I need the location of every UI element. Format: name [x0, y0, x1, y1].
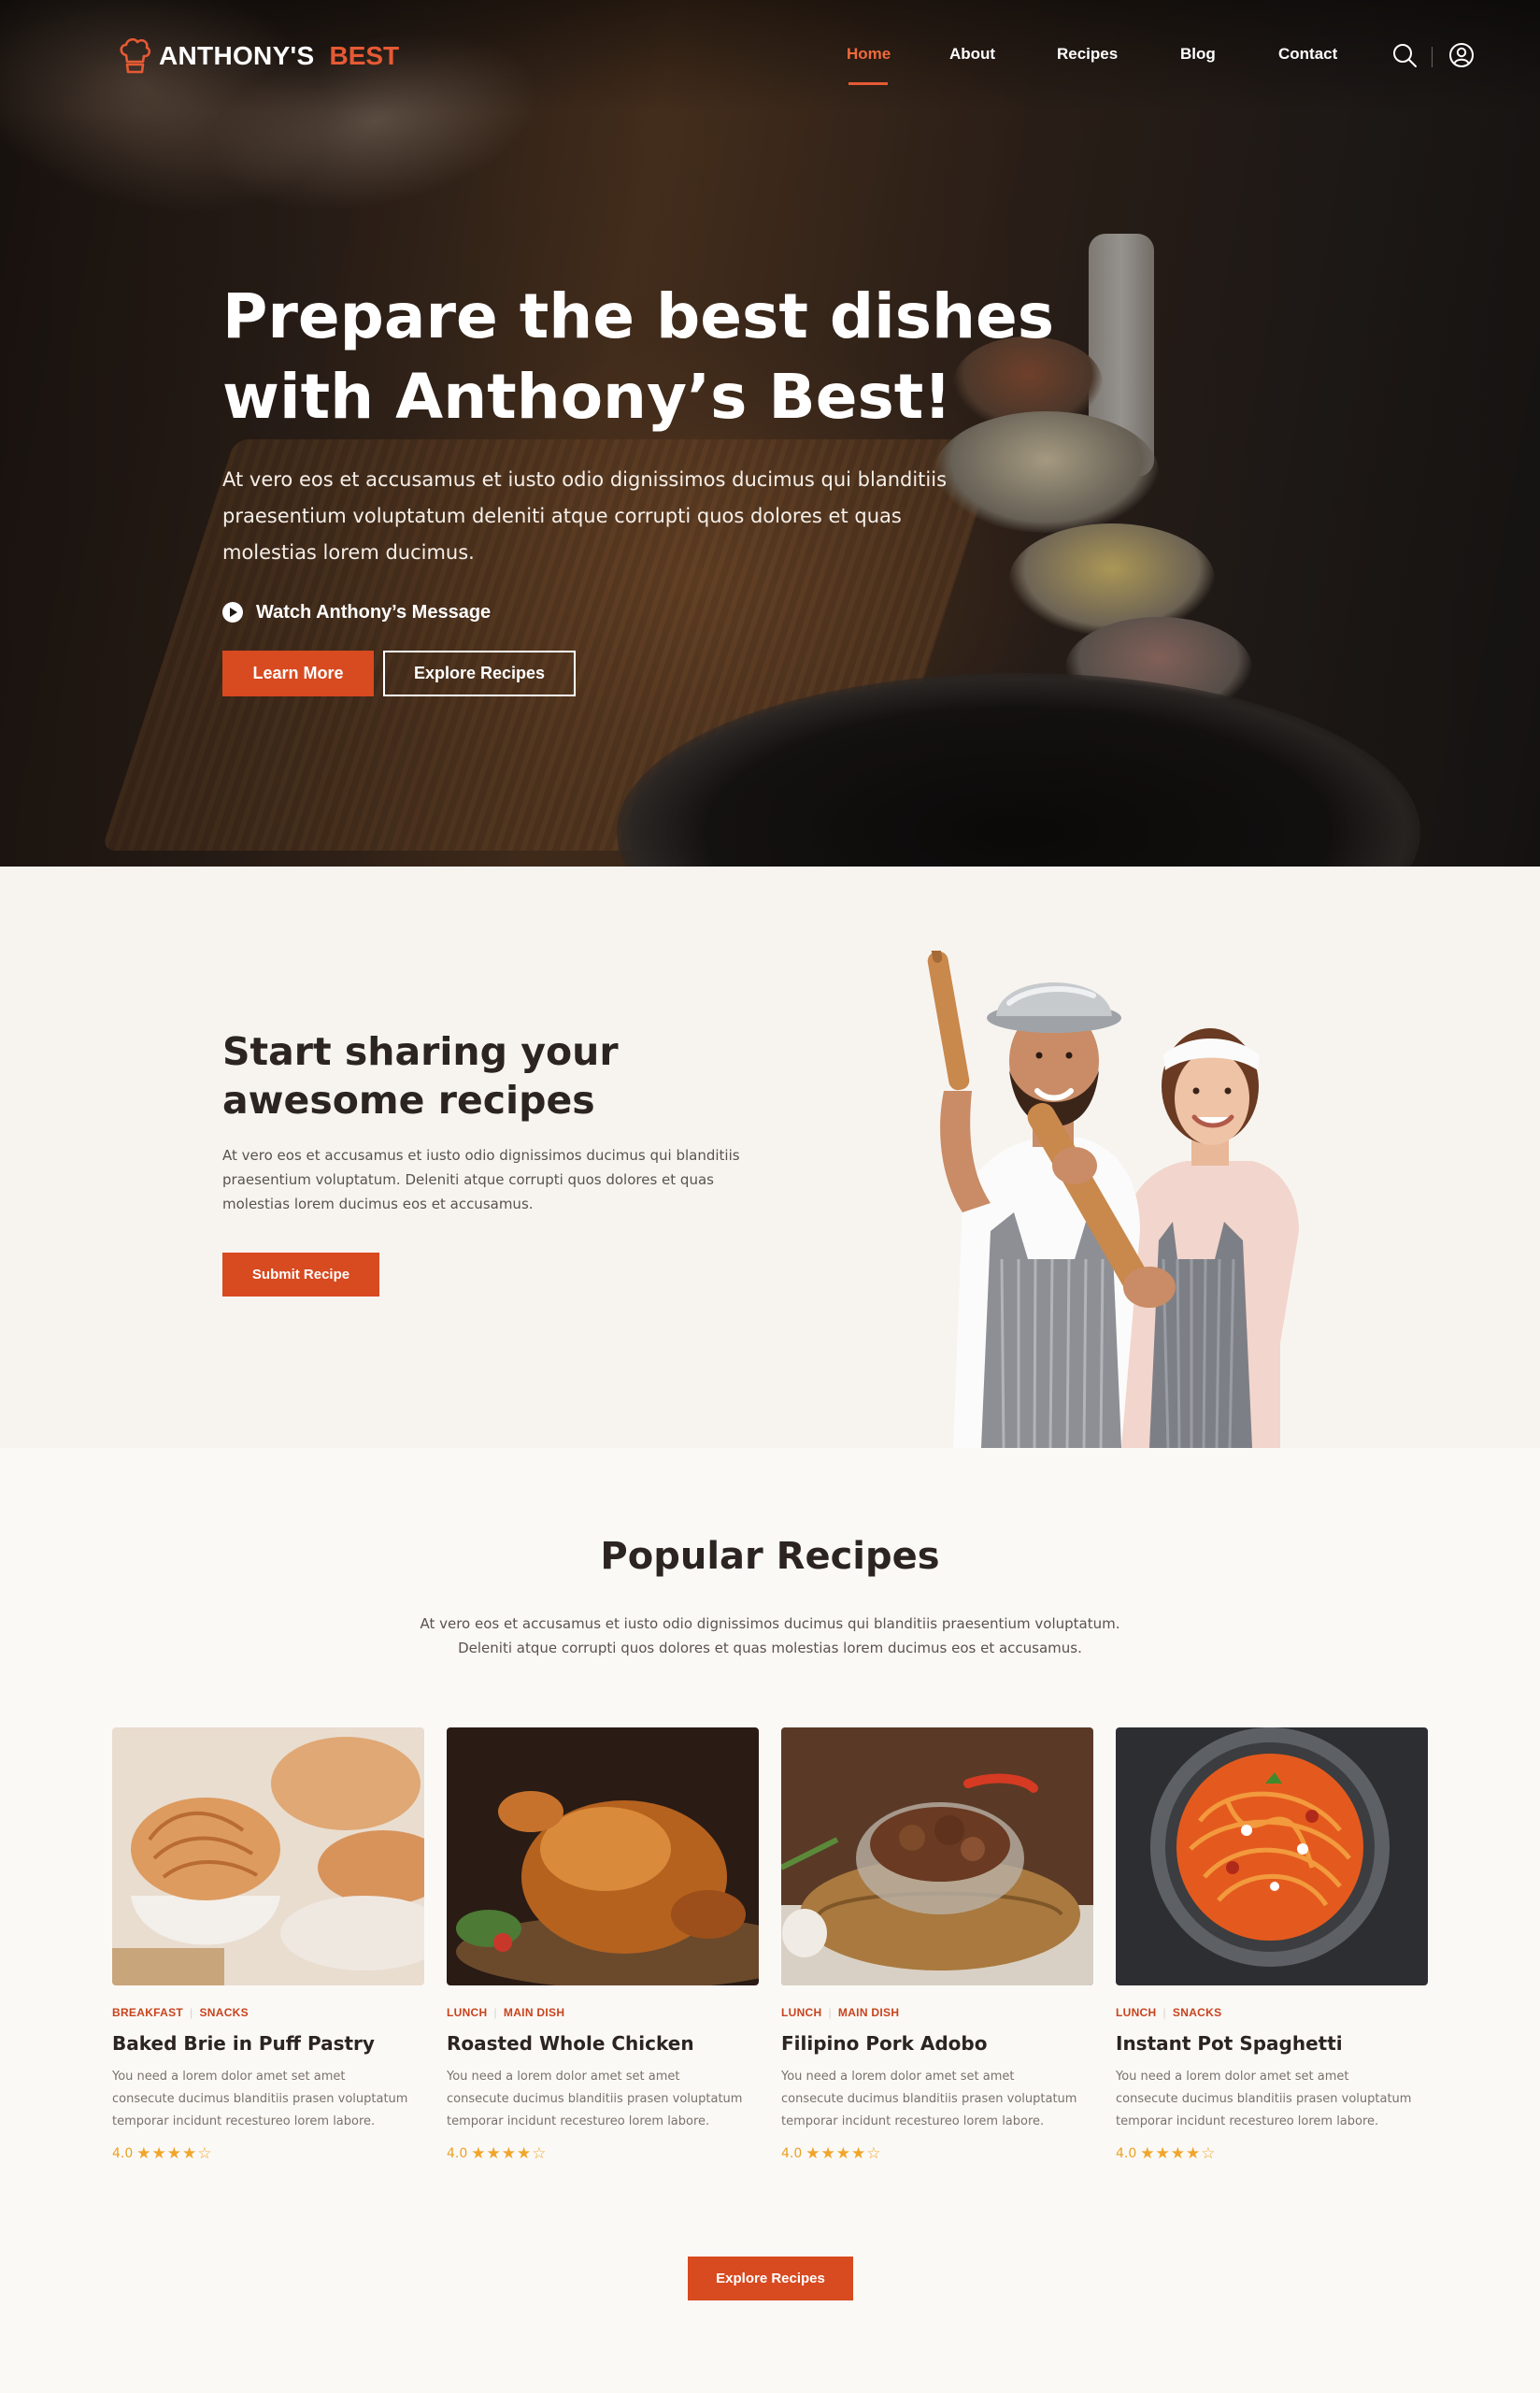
- search-icon[interactable]: [1390, 41, 1419, 69]
- nav-item-recipes[interactable]: Recipes: [1057, 45, 1118, 64]
- recipe-card[interactable]: LUNCH | MAIN DISH Roasted Whole Chicken Yo…: [447, 1727, 759, 2176]
- recipe-tag[interactable]: SNACKS: [199, 2006, 248, 2019]
- recipe-tags: LUNCH | SNACKS: [1116, 2006, 1221, 2019]
- recipe-rating: 4.0 ★★★★☆: [781, 2144, 881, 2163]
- recipe-tags: LUNCH | MAIN DISH: [447, 2006, 564, 2019]
- tag-separator: |: [828, 2006, 832, 2019]
- recipe-description: You need a lorem dolor amet set amet con…: [781, 2070, 1077, 2128]
- hero-title-line-1: Prepare the best dishes: [222, 280, 1055, 352]
- recipe-tag[interactable]: LUNCH: [781, 2006, 822, 2019]
- recipe-tag[interactable]: BREAKFAST: [112, 2006, 183, 2019]
- recipe-photo-pork-adobo[interactable]: [781, 1727, 1093, 1985]
- tag-separator: |: [190, 2006, 193, 2019]
- recipe-card[interactable]: BREAKFAST | SNACKS Baked Brie in Puff Past…: [112, 1727, 424, 2176]
- recipe-description: You need a lorem dolor amet set amet con…: [112, 2070, 408, 2128]
- recipe-tag[interactable]: MAIN DISH: [504, 2006, 564, 2019]
- rating-value: 4.0: [447, 2146, 468, 2161]
- nav-item-about[interactable]: About: [949, 45, 995, 64]
- recipe-photo-roast-chicken[interactable]: [447, 1727, 759, 1985]
- star-icons: ★★★★☆: [136, 2144, 213, 2163]
- submit-recipe-button[interactable]: Submit Recipe: [222, 1253, 379, 1297]
- share-description: At vero eos et accusamus et iusto odio d…: [222, 1147, 740, 1212]
- hero-title: Prepare the best dishes with Anthony’s B…: [222, 277, 1063, 437]
- chefs-photo: [927, 951, 1299, 1448]
- watch-message-label: Watch Anthony’s Message: [256, 601, 492, 623]
- recipe-tag[interactable]: LUNCH: [447, 2006, 488, 2019]
- user-icon[interactable]: [1447, 41, 1476, 69]
- recipe-tag[interactable]: SNACKS: [1173, 2006, 1221, 2019]
- learn-more-button[interactable]: Learn More: [222, 651, 374, 696]
- recipe-title[interactable]: Roasted Whole Chicken: [447, 2032, 759, 2055]
- star-icons: ★★★★☆: [471, 2144, 548, 2163]
- recipe-card[interactable]: LUNCH | MAIN DISH Filipino Pork Adobo You …: [781, 1727, 1093, 2176]
- recipe-rating: 4.0 ★★★★☆: [447, 2144, 547, 2163]
- share-recipes-section: Start sharing your awesome recipes At ve…: [0, 867, 1540, 1448]
- hero-explore-recipes-button[interactable]: Explore Recipes: [383, 651, 576, 696]
- recipe-tags: LUNCH | MAIN DISH: [781, 2006, 899, 2019]
- recipe-photo-spaghetti[interactable]: [1116, 1727, 1428, 1985]
- recipe-rating: 4.0 ★★★★☆: [1116, 2144, 1216, 2163]
- popular-recipes-title: Popular Recipes: [600, 1535, 940, 1578]
- main-nav: Home About Recipes Blog Contact: [0, 43, 1540, 85]
- hero-title-line-2: with Anthony’s Best!: [222, 361, 952, 433]
- nav-divider: [1432, 47, 1433, 67]
- nav-item-home[interactable]: Home: [847, 45, 891, 64]
- rating-value: 4.0: [781, 2146, 803, 2161]
- tag-separator: |: [493, 2006, 497, 2019]
- recipe-description: You need a lorem dolor amet set amet con…: [1116, 2070, 1412, 2128]
- nav-item-blog[interactable]: Blog: [1180, 45, 1216, 64]
- recipe-description: You need a lorem dolor amet set amet con…: [447, 2070, 743, 2128]
- share-title: Start sharing your awesome recipes: [222, 1029, 619, 1123]
- recipe-title[interactable]: Filipino Pork Adobo: [781, 2032, 1093, 2055]
- nav-active-indicator: [848, 82, 888, 85]
- rating-value: 4.0: [112, 2146, 134, 2161]
- nav-item-contact[interactable]: Contact: [1278, 45, 1337, 64]
- rating-value: 4.0: [1116, 2146, 1137, 2161]
- explore-recipes-button[interactable]: Explore Recipes: [688, 2257, 853, 2300]
- tag-separator: |: [1162, 2006, 1166, 2019]
- popular-recipes-description: At vero eos et accusamus et iusto odio d…: [420, 1615, 1120, 1656]
- recipe-card[interactable]: LUNCH | SNACKS Instant Pot Spaghetti You n…: [1116, 1727, 1428, 2176]
- recipe-rating: 4.0 ★★★★☆: [112, 2144, 212, 2163]
- star-icons: ★★★★☆: [1140, 2144, 1217, 2163]
- recipe-title[interactable]: Instant Pot Spaghetti: [1116, 2032, 1428, 2055]
- watch-message-link[interactable]: Watch Anthony’s Message: [222, 596, 491, 628]
- recipe-title[interactable]: Baked Brie in Puff Pastry: [112, 2032, 424, 2055]
- recipe-tags: BREAKFAST | SNACKS: [112, 2006, 249, 2019]
- recipe-photo-puff-pastry[interactable]: [112, 1727, 424, 1985]
- recipe-tag[interactable]: LUNCH: [1116, 2006, 1157, 2019]
- chef-woman-illustration: [1112, 1028, 1299, 1448]
- hero-description: At vero eos et accusamus et iusto odio d…: [222, 468, 948, 564]
- star-icons: ★★★★☆: [806, 2144, 882, 2163]
- recipe-tag[interactable]: MAIN DISH: [838, 2006, 899, 2019]
- play-icon: [222, 602, 243, 623]
